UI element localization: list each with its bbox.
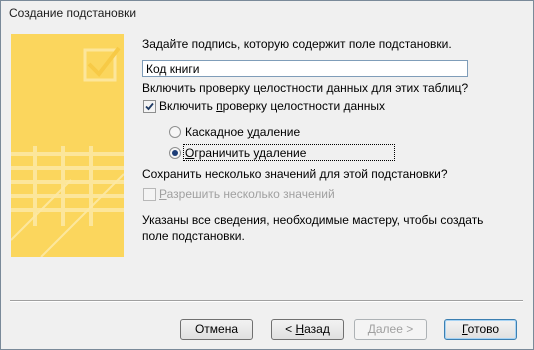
caption-input[interactable]: Код книги bbox=[142, 60, 468, 77]
window-title: Создание подстановки bbox=[9, 6, 137, 20]
integrity-question: Включить проверку целостности данных для… bbox=[142, 81, 469, 95]
info-text-line1: Указаны все сведения, необходимые мастер… bbox=[142, 213, 484, 227]
integrity-checkbox-label: Включить проверку целостности данных bbox=[159, 99, 386, 113]
multi-values-question: Сохранить несколько значений для этой по… bbox=[142, 167, 448, 181]
info-text-line2: поле подстановки. bbox=[142, 229, 245, 243]
wizard-window: Создание подстановки Задайте подпись, ко… bbox=[0, 0, 534, 350]
restrict-delete-label: Ограничить удаление bbox=[185, 146, 307, 160]
cascade-delete-radio[interactable] bbox=[169, 126, 181, 138]
next-button[interactable]: Далее > bbox=[354, 319, 427, 340]
caption-prompt: Задайте подпись, которую содержит поле п… bbox=[142, 37, 452, 51]
table-checkmark-icon bbox=[11, 46, 124, 257]
cascade-delete-label: Каскадное удаление bbox=[185, 125, 301, 139]
radio-selected-dot bbox=[172, 150, 178, 156]
multi-values-checkbox[interactable] bbox=[143, 188, 156, 201]
finish-button[interactable]: Готово bbox=[444, 319, 517, 340]
checkmark-icon bbox=[145, 102, 154, 111]
back-button[interactable]: < Назад bbox=[271, 319, 344, 340]
cancel-button[interactable]: Отмена bbox=[180, 319, 253, 340]
wizard-illustration bbox=[11, 34, 124, 257]
multi-values-checkbox-label: Разрешить несколько значений bbox=[159, 187, 335, 201]
title-bar[interactable]: Создание подстановки bbox=[1, 1, 533, 25]
caption-input-value: Код книги bbox=[146, 62, 200, 76]
button-separator bbox=[10, 300, 523, 302]
integrity-checkbox[interactable] bbox=[143, 100, 156, 113]
restrict-delete-radio[interactable] bbox=[169, 147, 181, 159]
wizard-content: Задайте подпись, которую содержит поле п… bbox=[2, 25, 532, 295]
